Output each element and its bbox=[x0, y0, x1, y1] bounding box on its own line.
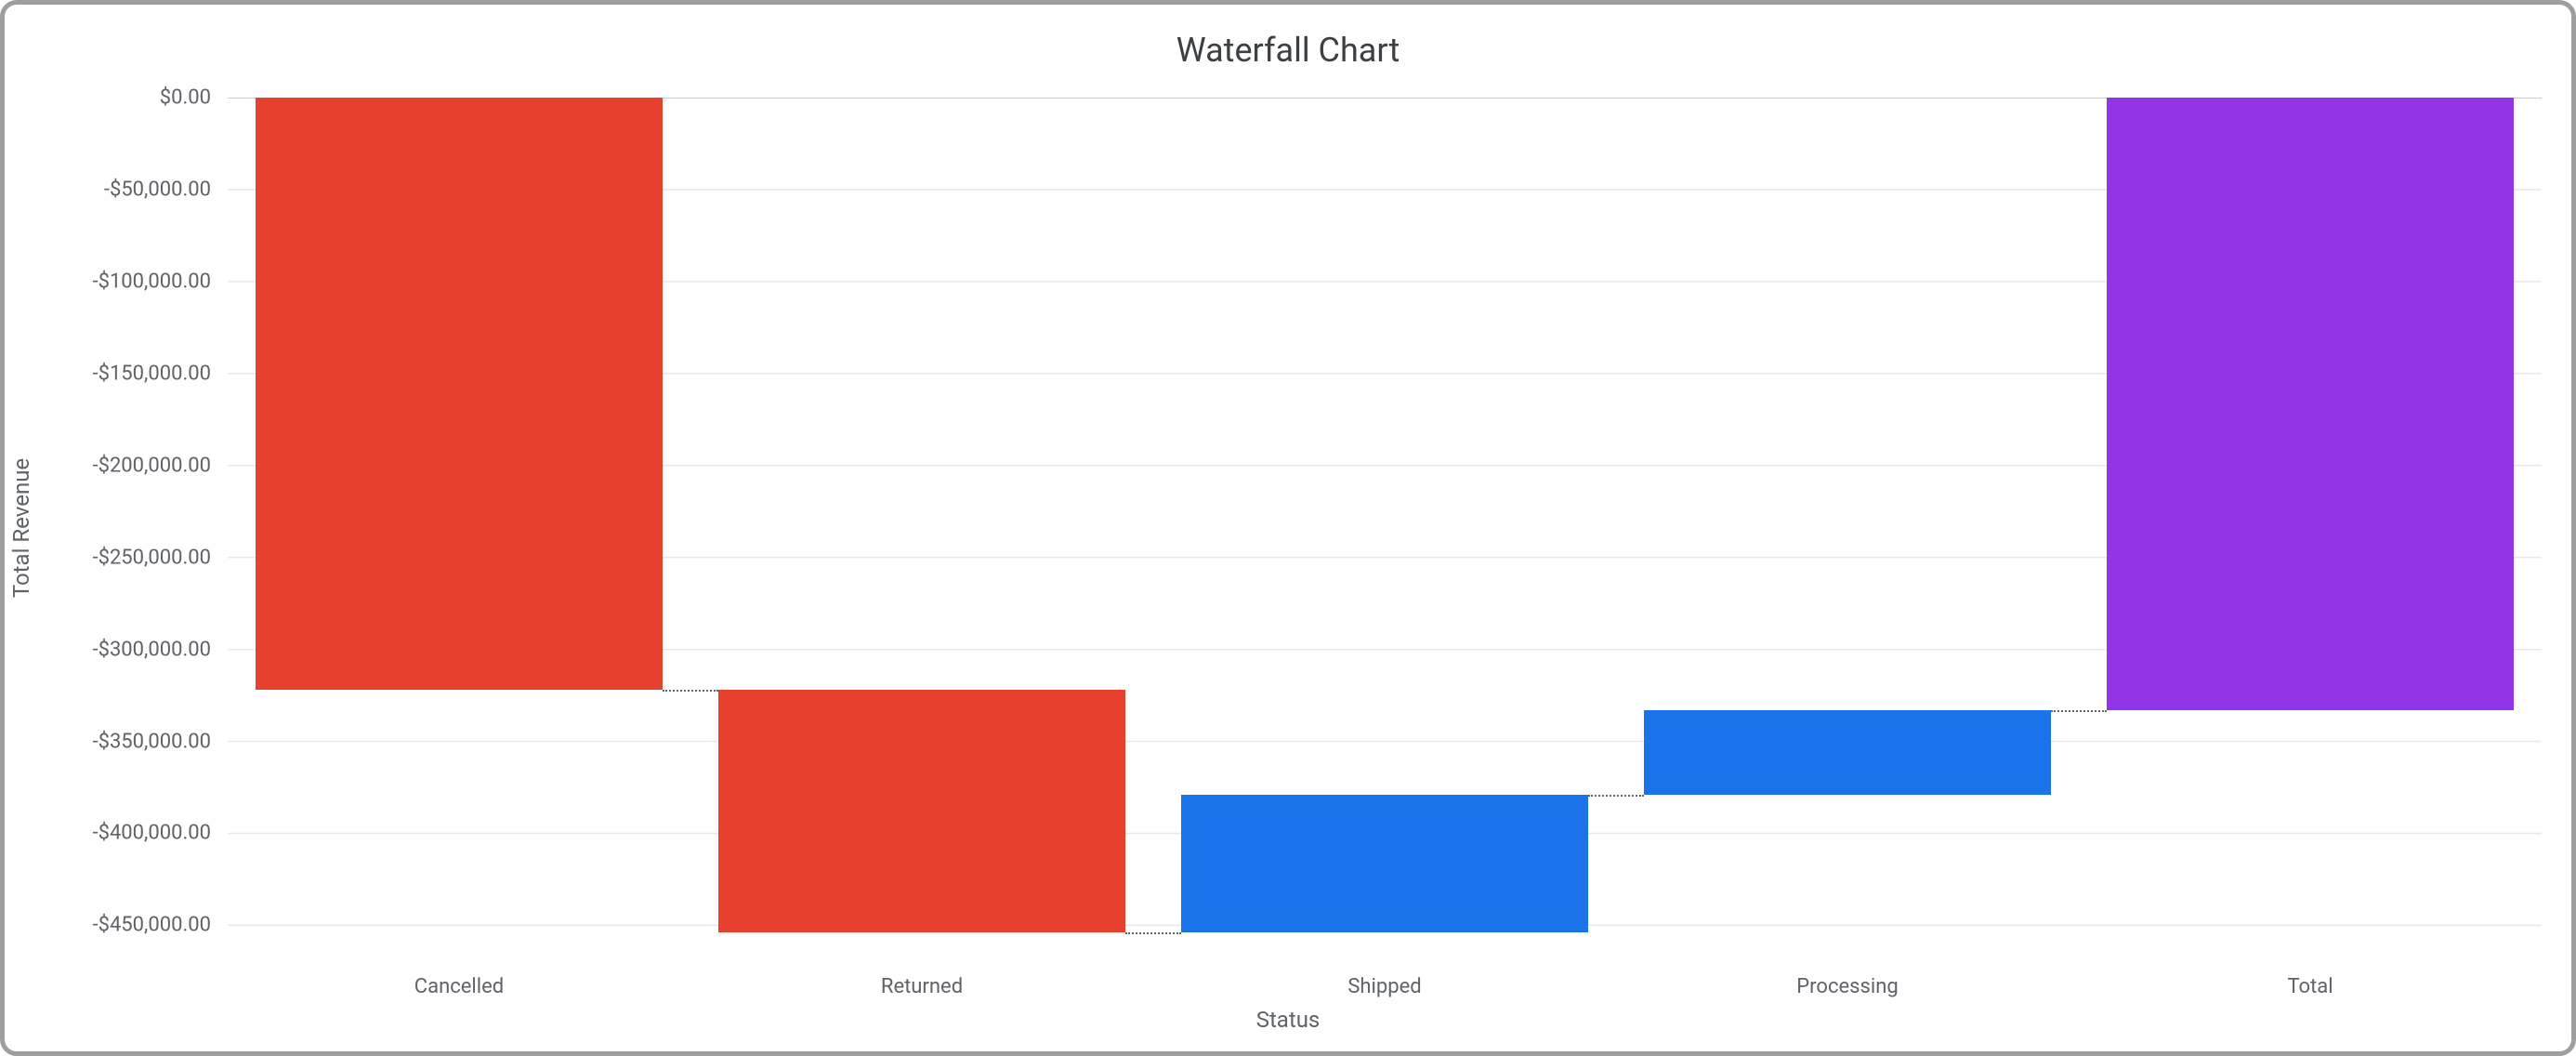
plot-area bbox=[228, 98, 2542, 962]
x-tick-label: Cancelled bbox=[414, 975, 504, 998]
x-tick-label: Returned bbox=[881, 975, 963, 998]
y-tick-label: -$450,000.00 bbox=[25, 914, 211, 937]
waterfall-connector bbox=[1125, 932, 1181, 934]
y-tick-label: -$400,000.00 bbox=[25, 822, 211, 845]
waterfall-connector bbox=[2051, 710, 2107, 712]
x-tick-label: Processing bbox=[1796, 975, 1898, 998]
y-tick-label: -$250,000.00 bbox=[25, 546, 211, 569]
y-tick-label: -$350,000.00 bbox=[25, 730, 211, 753]
y-tick-label: -$100,000.00 bbox=[25, 270, 211, 293]
waterfall-connector bbox=[1588, 795, 1644, 797]
waterfall-bar-shipped[interactable] bbox=[1181, 795, 1588, 932]
x-axis-label: Status bbox=[1256, 1007, 1321, 1033]
y-axis-label: Total Revenue bbox=[8, 458, 34, 598]
waterfall-bar-returned[interactable] bbox=[718, 690, 1125, 932]
y-tick-label: $0.00 bbox=[25, 86, 211, 110]
y-tick-label: -$50,000.00 bbox=[25, 178, 211, 201]
x-tick-label: Shipped bbox=[1347, 975, 1421, 998]
waterfall-bar-cancelled[interactable] bbox=[256, 98, 663, 690]
waterfall-connector bbox=[663, 690, 718, 692]
y-tick-label: -$300,000.00 bbox=[25, 638, 211, 661]
y-tick-label: -$200,000.00 bbox=[25, 454, 211, 477]
chart-frame: Waterfall Chart Total Revenue $0.00 -$50,… bbox=[0, 0, 2576, 1056]
y-tick-label: -$150,000.00 bbox=[25, 362, 211, 385]
chart-title: Waterfall Chart bbox=[5, 31, 2571, 70]
waterfall-bar-total[interactable] bbox=[2107, 98, 2514, 710]
x-tick-label: Total bbox=[2287, 975, 2333, 998]
waterfall-bar-processing[interactable] bbox=[1644, 710, 2051, 795]
